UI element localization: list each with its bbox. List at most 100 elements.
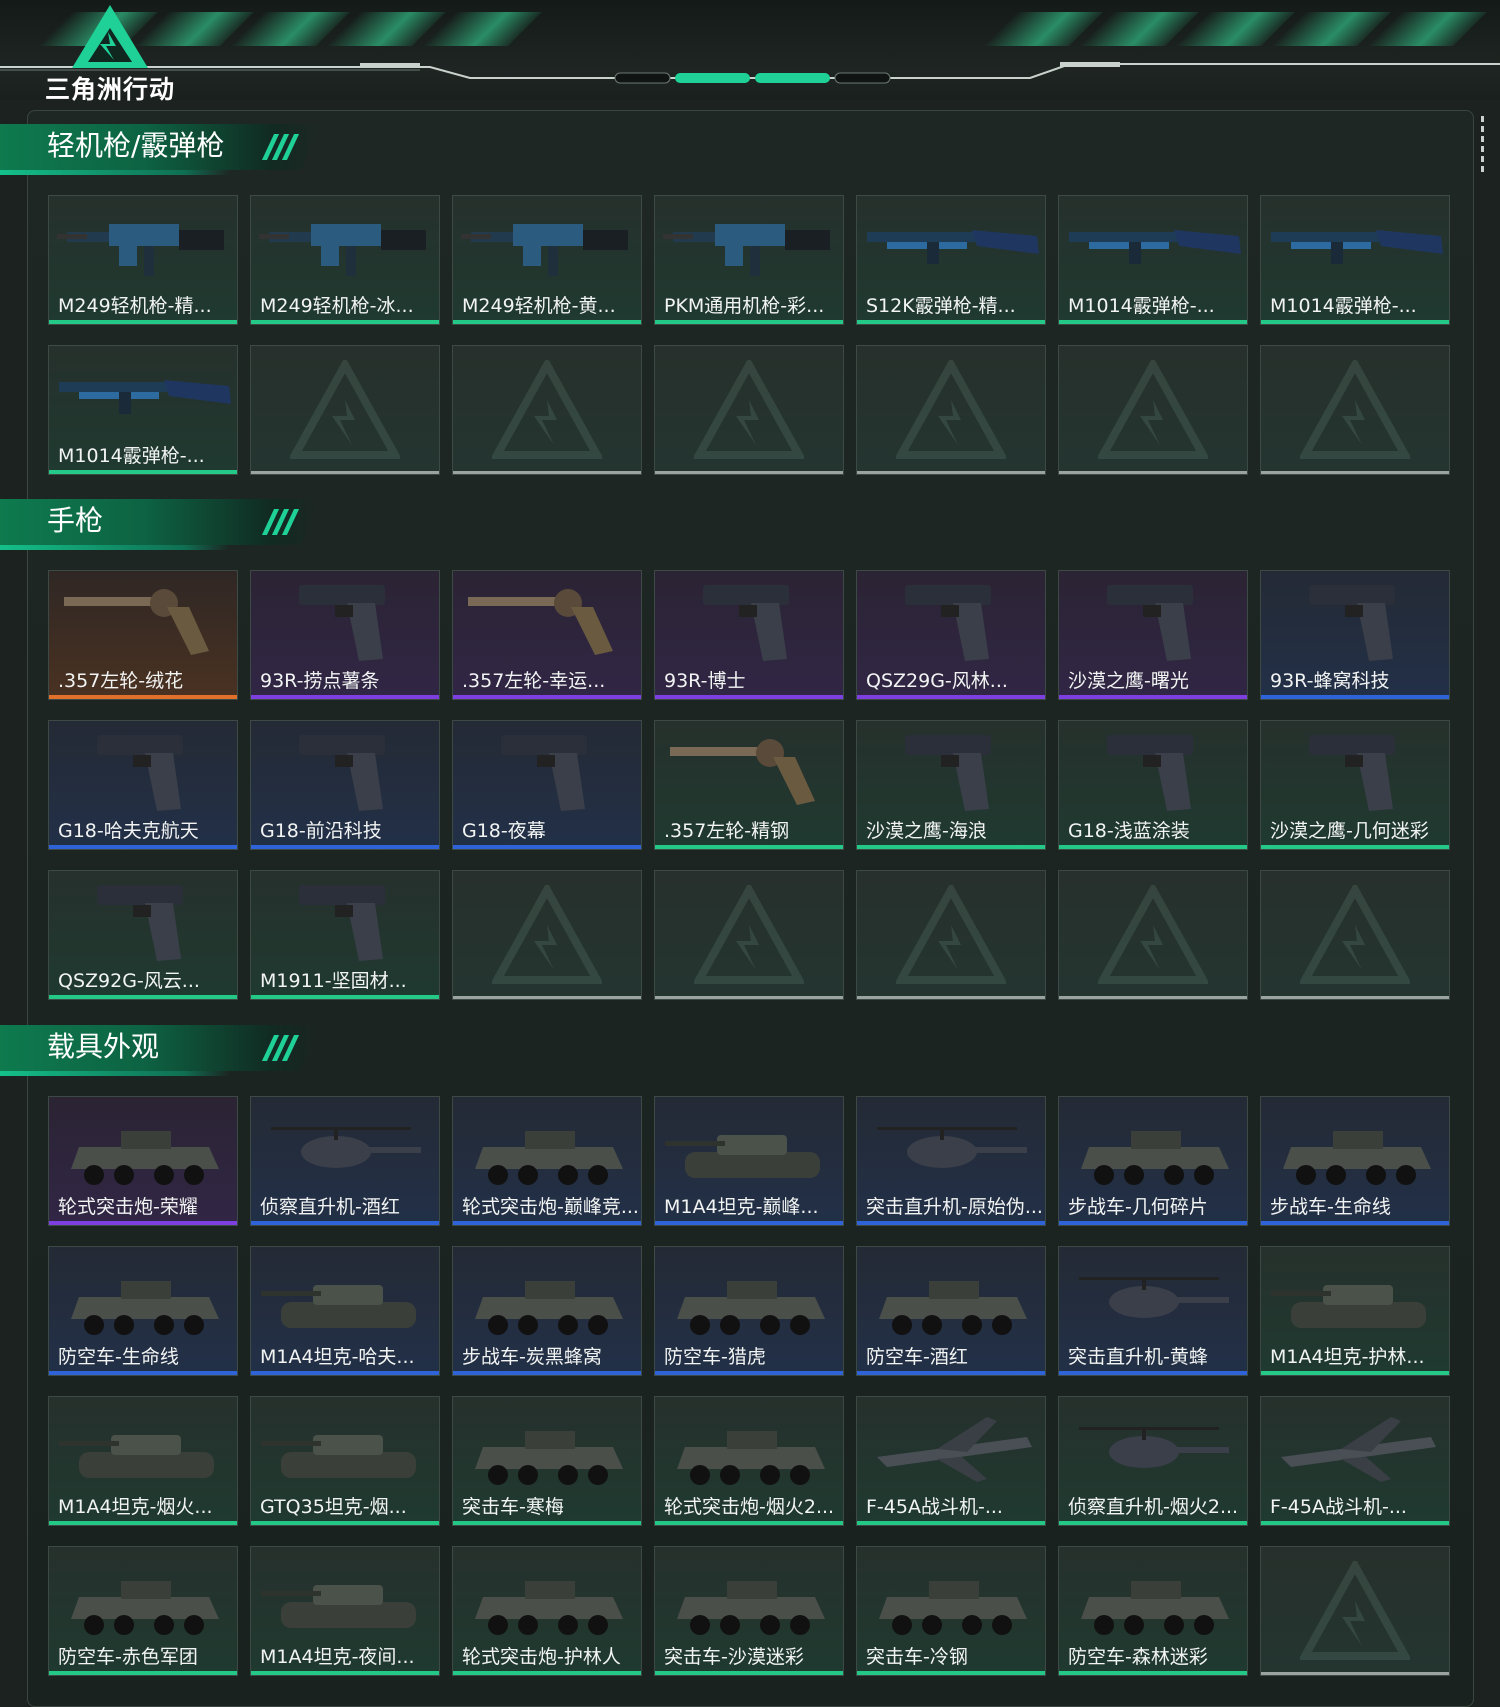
item-card[interactable]: 步战车-炭黑蜂窝 — [452, 1246, 642, 1376]
item-card[interactable]: M1014霰弹枪-... — [1260, 195, 1450, 325]
item-card[interactable]: M1A4坦克-烟火... — [48, 1396, 238, 1526]
item-card[interactable]: M249轻机枪-精... — [48, 195, 238, 325]
wheeled-vehicle-icon — [453, 1397, 641, 1497]
shotgun-icon — [1261, 196, 1449, 296]
item-card[interactable]: 轮式突击炮-巅峰竞... — [452, 1096, 642, 1226]
item-card[interactable]: 步战车-几何碎片 — [1058, 1096, 1248, 1226]
item-card[interactable]: QSZ92G-风云... — [48, 870, 238, 1000]
item-card[interactable]: M1A4坦克-护林... — [1260, 1246, 1450, 1376]
item-card[interactable]: 轮式突击炮-烟火2... — [654, 1396, 844, 1526]
item-card[interactable]: M1A4坦克-夜间... — [250, 1546, 440, 1676]
item-card[interactable]: 突击直升机-黄蜂 — [1058, 1246, 1248, 1376]
item-card[interactable]: 防空车-生命线 — [48, 1246, 238, 1376]
section-header-underline — [0, 1071, 230, 1076]
item-card[interactable]: G18-哈夫克航天 — [48, 720, 238, 850]
pistol-icon — [1059, 571, 1247, 671]
wheeled-vehicle-icon — [453, 1097, 641, 1197]
item-card[interactable]: M1A4坦克-哈夫... — [250, 1246, 440, 1376]
item-card[interactable]: .357左轮-绒花 — [48, 570, 238, 700]
helicopter-icon — [251, 1097, 439, 1197]
item-card[interactable]: G18-前沿科技 — [250, 720, 440, 850]
item-name: PKM通用机枪-彩... — [664, 295, 825, 317]
jet-icon — [1261, 1397, 1449, 1497]
item-card[interactable]: 防空车-赤色军团 — [48, 1546, 238, 1676]
item-card[interactable]: M249轻机枪-黄... — [452, 195, 642, 325]
item-name: M1A4坦克-烟火... — [58, 1496, 213, 1518]
item-card[interactable]: 侦察直升机-酒红 — [250, 1096, 440, 1226]
item-card[interactable]: QSZ29G-风林... — [856, 570, 1046, 700]
item-card[interactable]: 93R-博士 — [654, 570, 844, 700]
item-card[interactable]: 轮式突击炮-荣耀 — [48, 1096, 238, 1226]
item-card[interactable]: 突击车-沙漠迷彩 — [654, 1546, 844, 1676]
item-card[interactable]: 防空车-猎虎 — [654, 1246, 844, 1376]
rarity-bar — [857, 320, 1045, 324]
delta-watermark-icon — [492, 885, 602, 984]
rarity-bar — [1059, 471, 1247, 474]
item-card[interactable]: PKM通用机枪-彩... — [654, 195, 844, 325]
item-card[interactable]: M1014霰弹枪-... — [48, 345, 238, 475]
rarity-bar — [655, 1671, 843, 1675]
item-name: 沙漠之鹰-海浪 — [866, 820, 987, 842]
revolver-icon — [453, 571, 641, 671]
item-card[interactable]: F-45A战斗机-... — [856, 1396, 1046, 1526]
item-card[interactable]: 突击车-寒梅 — [452, 1396, 642, 1526]
machine-gun-icon — [49, 196, 237, 296]
item-card[interactable]: 防空车-森林迷彩 — [1058, 1546, 1248, 1676]
tank-icon — [251, 1547, 439, 1647]
item-card[interactable]: S12K霰弹枪-精... — [856, 195, 1046, 325]
empty-item-slot — [452, 870, 642, 1000]
rarity-bar — [49, 470, 237, 474]
section-title: 手枪 — [47, 504, 104, 537]
item-card[interactable]: 侦察直升机-烟火2... — [1058, 1396, 1248, 1526]
rarity-bar — [1059, 320, 1247, 324]
item-card[interactable]: .357左轮-幸运... — [452, 570, 642, 700]
section-header: 载具外观 — [0, 1023, 330, 1081]
item-card[interactable]: M1A4坦克-巅峰... — [654, 1096, 844, 1226]
item-name: 轮式突击炮-巅峰竞... — [462, 1196, 637, 1218]
item-card[interactable]: 防空车-酒红 — [856, 1246, 1046, 1376]
rarity-bar — [251, 1221, 439, 1225]
section-header-underline — [0, 170, 230, 175]
item-card[interactable]: 步战车-生命线 — [1260, 1096, 1450, 1226]
rarity-bar — [251, 1671, 439, 1675]
item-card[interactable]: 突击车-冷钢 — [856, 1546, 1046, 1676]
rarity-bar — [251, 1521, 439, 1525]
item-card[interactable]: 沙漠之鹰-几何迷彩 — [1260, 720, 1450, 850]
revolver-icon — [655, 721, 843, 821]
item-card[interactable]: 突击直升机-原始伪... — [856, 1096, 1046, 1226]
pistol-icon — [857, 571, 1045, 671]
delta-watermark-icon — [896, 360, 1006, 459]
pistol-icon — [251, 721, 439, 821]
section-header-slashes — [261, 509, 300, 535]
item-card[interactable]: M1911-坚固材... — [250, 870, 440, 1000]
wheeled-vehicle-icon — [655, 1397, 843, 1497]
pistol-icon — [655, 571, 843, 671]
item-card[interactable]: G18-夜幕 — [452, 720, 642, 850]
item-card[interactable]: G18-浅蓝涂装 — [1058, 720, 1248, 850]
item-card[interactable]: .357左轮-精钢 — [654, 720, 844, 850]
delta-watermark-icon — [896, 885, 1006, 984]
item-card[interactable]: 93R-蜂窝科技 — [1260, 570, 1450, 700]
rarity-bar — [655, 1521, 843, 1525]
item-card[interactable]: 沙漠之鹰-海浪 — [856, 720, 1046, 850]
machine-gun-icon — [453, 196, 641, 296]
item-card[interactable]: M1014霰弹枪-... — [1058, 195, 1248, 325]
item-card[interactable]: F-45A战斗机-... — [1260, 1396, 1450, 1526]
wheeled-vehicle-icon — [453, 1547, 641, 1647]
item-card[interactable]: M249轻机枪-冰... — [250, 195, 440, 325]
item-name: .357左轮-绒花 — [58, 670, 184, 692]
item-name: .357左轮-精钢 — [664, 820, 790, 842]
delta-watermark-icon — [492, 360, 602, 459]
item-card[interactable]: 93R-捞点薯条 — [250, 570, 440, 700]
item-card[interactable]: 轮式突击炮-护林人 — [452, 1546, 642, 1676]
rarity-bar — [857, 1221, 1045, 1225]
rarity-bar — [251, 471, 439, 474]
scrollbar-handle[interactable] — [1481, 116, 1485, 178]
empty-item-slot — [1058, 870, 1248, 1000]
item-card[interactable]: 沙漠之鹰-曙光 — [1058, 570, 1248, 700]
section-header: 轻机枪/霰弹枪 — [0, 122, 330, 180]
delta-watermark-icon — [694, 885, 804, 984]
rarity-bar — [49, 845, 237, 849]
item-name: 步战车-炭黑蜂窝 — [462, 1346, 602, 1368]
item-card[interactable]: GTQ35坦克-烟... — [250, 1396, 440, 1526]
